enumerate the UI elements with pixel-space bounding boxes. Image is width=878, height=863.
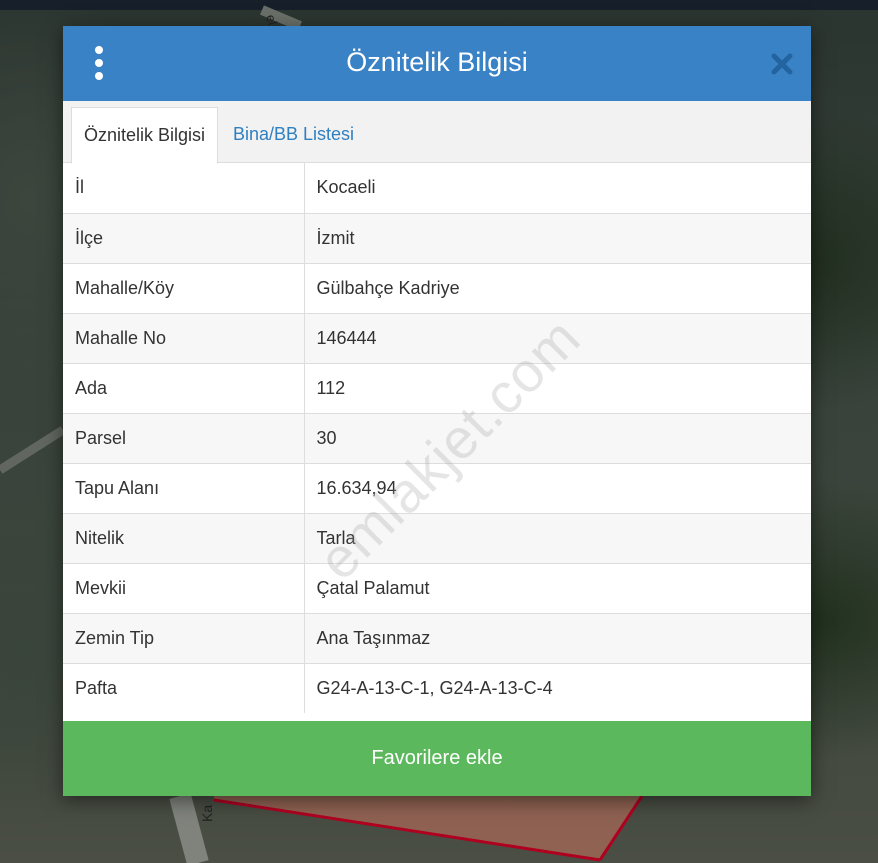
attribute-key: Zemin Tip [63,612,305,663]
table-row: İlçe İzmit [63,212,811,263]
close-icon-glyph [771,53,793,75]
modal-title: Öznitelik Bilgisi [346,47,528,77]
table-row: Zemin Tip Ana Taşınmaz [63,612,811,663]
attribute-key: İl [63,163,305,213]
attribute-key: İlçe [63,212,305,263]
attribute-info-modal: Öznitelik Bilgisi Öznitelik Bilgisi Bina… [63,26,811,796]
attribute-value: 30 [304,412,811,463]
table-row: Pafta G24-A-13-C-1, G24-A-13-C-4 [63,662,811,713]
table-row: Mevkii Çatal Palamut [63,562,811,613]
table-row: Ada 112 [63,362,811,413]
attribute-value: 112 [304,362,811,413]
attribute-value: İzmit [304,212,811,263]
table-row: Nitelik Tarla [63,512,811,563]
add-to-favorites-button[interactable]: Favorilere ekle [63,721,811,796]
table-row: Mahalle/Köy Gülbahçe Kadriye [63,262,811,313]
attribute-key: Mahalle No [63,312,305,363]
attribute-value: Ana Taşınmaz [304,612,811,663]
tab-bar: Öznitelik Bilgisi Bina/BB Listesi [63,101,811,164]
attribute-key: Mahalle/Köy [63,262,305,313]
attribute-key: Nitelik [63,512,305,563]
tab-building-list[interactable]: Bina/BB Listesi [221,107,366,163]
attribute-key: Pafta [63,662,305,713]
table-row: Parsel 30 [63,412,811,463]
attribute-value: 146444 [304,312,811,363]
attribute-value: G24-A-13-C-1, G24-A-13-C-4 [304,662,811,713]
close-icon[interactable] [769,51,795,77]
attribute-value: Tarla [304,512,811,563]
road-label-bottom: Ka [199,805,215,822]
attribute-value: 16.634,94 [304,462,811,513]
tab-attribute-info[interactable]: Öznitelik Bilgisi [71,107,218,164]
attribute-value: Kocaeli [304,163,811,213]
modal-header: Öznitelik Bilgisi [63,26,811,101]
attribute-key: Tapu Alanı [63,462,305,513]
parcel-area[interactable] [214,796,642,860]
attribute-key: Ada [63,362,305,413]
attribute-key: Parsel [63,412,305,463]
attribute-value: Gülbahçe Kadriye [304,262,811,313]
map-road-left [0,426,66,474]
attribute-table: İl Kocaeli İlçe İzmit Mahalle/Köy Gülbahçe Ka… [63,163,811,713]
map-road-bottom [169,793,209,863]
table-row: İl Kocaeli [63,163,811,213]
attribute-key: Mevkii [63,562,305,613]
table-row: Mahalle No 146444 [63,312,811,363]
attribute-value: Çatal Palamut [304,562,811,613]
table-row: Tapu Alanı 16.634,94 [63,462,811,513]
